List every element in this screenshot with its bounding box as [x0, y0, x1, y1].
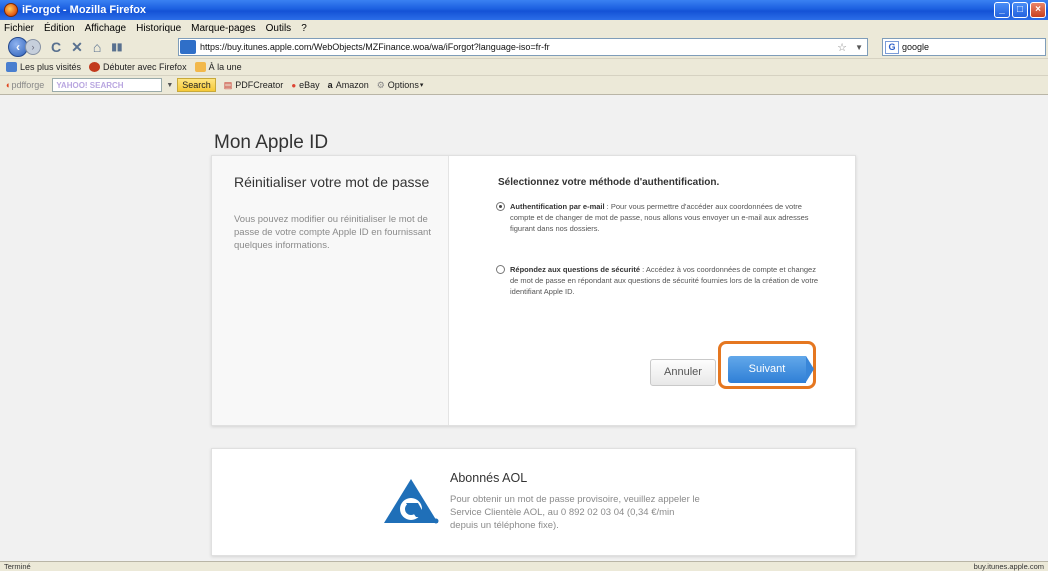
aol-logo-icon: [384, 479, 439, 524]
forward-arrow-icon[interactable]: ›: [25, 39, 41, 55]
search-input-value: google: [902, 42, 930, 52]
security-questions-radio[interactable]: [496, 265, 505, 274]
stop-icon[interactable]: ✕: [71, 39, 83, 56]
stats-icon[interactable]: ▮▮: [111, 42, 122, 53]
page-content: Mon Apple ID Réinitialiser votre mot de …: [0, 95, 1048, 561]
window-controls: _ □ ×: [994, 2, 1046, 18]
toolbar-amazon[interactable]: a Amazon: [328, 80, 369, 90]
url-bar[interactable]: https://buy.itunes.apple.com/WebObjects/…: [178, 38, 868, 56]
status-bar: Terminé buy.itunes.apple.com: [0, 561, 1048, 571]
url-text: https://buy.itunes.apple.com/WebObjects/…: [200, 42, 550, 52]
pdf-icon: ▤: [223, 79, 233, 90]
pdfforge-logo[interactable]: ◐ pdfforge: [6, 80, 44, 90]
email-auth-radio[interactable]: [496, 202, 505, 211]
yahoo-search-input[interactable]: YAHOO! SEARCH: [52, 78, 163, 92]
search-bar[interactable]: G google: [882, 38, 1046, 56]
menu-marque-pages[interactable]: Marque-pages: [191, 23, 255, 34]
amazon-icon: a: [327, 80, 333, 90]
bookmark-label: Débuter avec Firefox: [103, 62, 187, 72]
bookmarks-toolbar: Les plus visités Débuter avec Firefox À …: [0, 58, 1048, 75]
menu-help[interactable]: ?: [301, 23, 307, 34]
gear-icon: ⚙: [376, 79, 385, 90]
url-dropdown-icon[interactable]: ▼: [855, 43, 863, 52]
reload-icon[interactable]: C: [51, 39, 61, 55]
reset-description: Vous pouvez modifier ou réinitialiser le…: [234, 214, 431, 251]
yahoo-search-button[interactable]: Search: [177, 78, 216, 92]
email-auth-text: Authentification par e-mail : Pour vous …: [510, 201, 820, 234]
security-questions-title: Répondez aux questions de sécurité: [510, 265, 641, 274]
next-button[interactable]: Suivant: [728, 356, 814, 383]
site-identity-icon[interactable]: [180, 40, 196, 54]
security-questions-text: Répondez aux questions de sécurité : Acc…: [510, 264, 820, 297]
minimize-icon[interactable]: _: [994, 2, 1010, 18]
ebay-icon: ●: [291, 80, 297, 90]
aol-card: Abonnés AOL Pour obtenir un mot de passe…: [211, 448, 856, 556]
toolbar-pdfcreator[interactable]: ▤ PDFCreator: [224, 80, 284, 91]
bookmark-star-icon[interactable]: ☆: [837, 41, 847, 54]
menu-outils[interactable]: Outils: [266, 23, 292, 34]
bookmark-folder-icon: [6, 62, 17, 72]
yahoo-dropdown-icon[interactable]: ▼: [166, 82, 173, 89]
toolbar-options[interactable]: ⚙ Options ▾: [377, 80, 424, 91]
option-security-questions[interactable]: Répondez aux questions de sécurité : Acc…: [496, 264, 826, 300]
close-icon[interactable]: ×: [1030, 2, 1046, 18]
reset-password-card: Réinitialiser votre mot de passe Vous po…: [211, 155, 856, 426]
bookmark-label: À la une: [208, 62, 242, 72]
auth-method-heading: Sélectionnez votre méthode d'authentific…: [498, 177, 720, 188]
firefox-icon: [4, 3, 18, 17]
status-domain: buy.itunes.apple.com: [973, 562, 1044, 571]
page-title: Mon Apple ID: [214, 132, 329, 153]
firefox-bookmark-icon: [89, 62, 101, 72]
status-text: Terminé: [4, 562, 31, 571]
rss-folder-icon: [194, 62, 206, 72]
menu-historique[interactable]: Historique: [136, 23, 181, 34]
bookmark-most-visited[interactable]: Les plus visités: [6, 62, 81, 72]
pdfforge-label: pdfforge: [11, 80, 45, 90]
chevron-down-icon: ▾: [419, 82, 424, 89]
bookmark-latest-headlines[interactable]: À la une: [194, 62, 242, 72]
toolbar-ebay[interactable]: ● eBay: [291, 80, 319, 90]
menu-edition[interactable]: Édition: [44, 23, 75, 34]
window-title-bar: iForgot - Mozilla Firefox _ □ ×: [0, 0, 1048, 20]
navigation-bar: ‹ › C ✕ ⌂ ▮▮ https://buy.itunes.apple.co…: [0, 36, 1048, 58]
toolbar-item-label: Options: [387, 80, 419, 90]
reset-heading: Réinitialiser votre mot de passe: [234, 174, 430, 190]
toolbar-item-label: eBay: [299, 80, 320, 90]
menu-fichier[interactable]: Fichier: [4, 23, 34, 34]
maximize-icon[interactable]: □: [1012, 2, 1028, 18]
menu-affichage[interactable]: Affichage: [85, 23, 127, 34]
google-search-engine-icon[interactable]: G: [885, 40, 899, 54]
yahoo-search-brand: YAHOO! SEARCH: [56, 80, 124, 90]
option-email-auth[interactable]: Authentification par e-mail : Pour vous …: [496, 201, 826, 237]
menu-bar: Fichier Édition Affichage Historique Mar…: [0, 20, 1048, 36]
card-sidebar: Réinitialiser votre mot de passe Vous po…: [212, 156, 449, 425]
email-auth-title: Authentification par e-mail: [510, 202, 605, 211]
aol-description: Pour obtenir un mot de passe provisoire,…: [450, 494, 700, 531]
addon-toolbar: ◐ pdfforge YAHOO! SEARCH ▼ Search ▤ PDFC…: [0, 75, 1048, 95]
bookmark-label: Les plus visités: [20, 62, 82, 72]
toolbar-item-label: PDFCreator: [235, 80, 284, 90]
window-title: iForgot - Mozilla Firefox: [22, 4, 147, 16]
home-icon[interactable]: ⌂: [93, 39, 101, 55]
bookmark-getting-started[interactable]: Débuter avec Firefox: [89, 62, 187, 72]
aol-heading: Abonnés AOL: [450, 471, 528, 485]
toolbar-item-label: Amazon: [335, 80, 369, 90]
cancel-button[interactable]: Annuler: [650, 359, 716, 386]
